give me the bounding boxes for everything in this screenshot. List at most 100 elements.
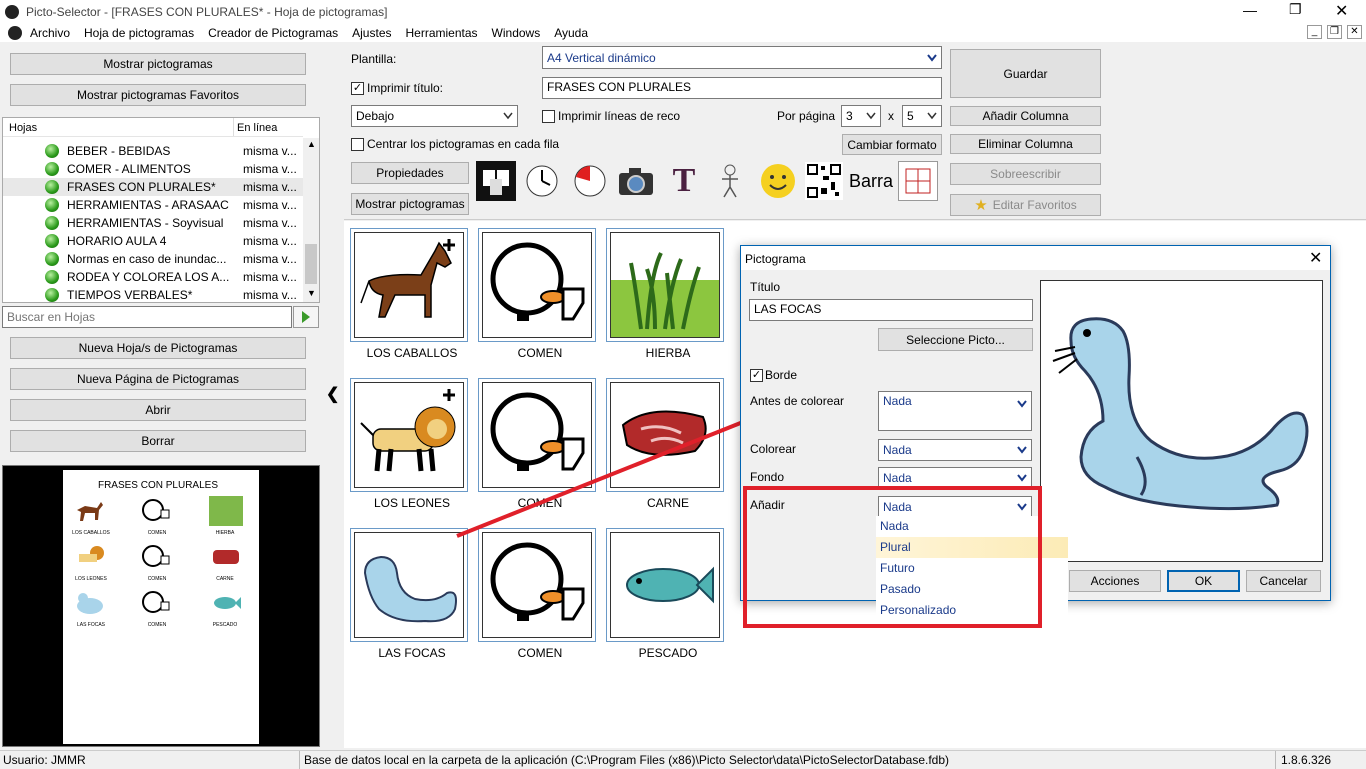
border-checkbox[interactable]: ✓ — [750, 369, 763, 382]
menu-hoja[interactable]: Hoja de pictogramas — [84, 26, 194, 40]
col-online[interactable]: En línea — [237, 122, 277, 134]
save-button[interactable]: Guardar — [950, 49, 1101, 98]
print-title-checkbox[interactable]: ✓ — [351, 82, 364, 95]
titulo-input[interactable]: LAS FOCAS — [749, 299, 1033, 321]
pictogram-tile[interactable] — [606, 528, 724, 642]
show-pictograms-button[interactable]: Mostrar pictogramas — [10, 53, 306, 75]
menu-ajustes[interactable]: Ajustes — [352, 26, 391, 40]
minimize-icon[interactable]: — — [1243, 2, 1257, 18]
dialog-close-icon[interactable]: ✕ — [1309, 248, 1322, 268]
mdi-close-icon[interactable]: ✕ — [1347, 25, 1362, 39]
center-checkbox[interactable] — [351, 138, 364, 151]
close-icon[interactable]: ✕ — [1335, 1, 1348, 21]
template-select[interactable]: A4 Vertical dinámico — [542, 46, 942, 69]
list-item[interactable]: BEBER - BEBIDAS misma v... — [3, 142, 303, 160]
search-sheets-input[interactable] — [2, 306, 292, 328]
menu-creador[interactable]: Creador de Pictogramas — [208, 26, 338, 40]
title-position-select[interactable]: Debajo — [351, 105, 518, 127]
collapse-panel-button[interactable]: ❮ — [322, 42, 342, 748]
scroll-thumb[interactable] — [305, 244, 317, 284]
before-color-value: Nada — [883, 394, 912, 408]
open-button[interactable]: Abrir — [10, 399, 306, 421]
star-icon: ★ — [974, 197, 988, 214]
horse-icon — [360, 239, 455, 318]
actions-button[interactable]: Acciones — [1069, 570, 1161, 592]
list-item[interactable]: RODEA Y COLOREA LOS A... misma v... — [3, 268, 303, 286]
edit-favorites-button[interactable]: ★ Editar Favoritos — [950, 194, 1101, 216]
preview-label: LOS LEONES — [75, 576, 107, 582]
online-status-icon — [45, 162, 59, 176]
new-page-button[interactable]: Nueva Página de Pictogramas — [10, 368, 306, 390]
app-icon — [5, 5, 19, 19]
scroll-down-icon[interactable]: ▼ — [307, 288, 316, 298]
delete-button[interactable]: Borrar — [10, 430, 306, 452]
mdi-restore-icon[interactable]: ❐ — [1327, 25, 1342, 39]
change-format-button[interactable]: Cambiar formato — [842, 134, 942, 155]
menu-herramientas[interactable]: Herramientas — [406, 26, 478, 40]
preview-meat-icon — [209, 542, 243, 572]
remove-column-button[interactable]: Eliminar Columna — [950, 134, 1101, 154]
camera-icon[interactable] — [616, 161, 656, 201]
col-hojas[interactable]: Hojas — [9, 122, 37, 134]
chevron-down-icon — [1017, 446, 1027, 454]
menu-bar: Archivo Hoja de pictogramas Creador de P… — [0, 24, 1366, 42]
color-value: Nada — [883, 443, 912, 457]
search-go-button[interactable] — [293, 306, 319, 328]
pictogram-tile[interactable] — [478, 228, 596, 342]
plantilla-label: Plantilla: — [351, 52, 397, 66]
preview-label: COMEN — [147, 576, 167, 582]
qr-code-icon[interactable] — [804, 161, 844, 201]
restore-icon[interactable]: ❐ — [1289, 1, 1302, 18]
pictogram-label: LAS FOCAS — [378, 646, 446, 660]
show-favorites-button[interactable]: Mostrar pictogramas Favoritos — [10, 84, 306, 106]
show-pictograms-toolbar-button[interactable]: Mostrar pictogramas — [351, 193, 469, 215]
list-item[interactable]: Normas en caso de inundac... misma v... — [3, 250, 303, 268]
menu-archivo[interactable]: Archivo — [30, 26, 70, 40]
list-scrollbar[interactable]: ▲ ▼ — [303, 138, 319, 302]
menu-ayuda[interactable]: Ayuda — [554, 26, 588, 40]
preview-label: COMEN — [147, 530, 167, 536]
app-menu-icon[interactable] — [8, 26, 22, 40]
add-column-button[interactable]: Añadir Columna — [950, 106, 1101, 126]
grid-tool-icon[interactable] — [898, 161, 938, 201]
color-select[interactable]: Nada — [878, 439, 1032, 461]
preview-label: HIERBA — [215, 530, 235, 536]
online-status-icon — [45, 198, 59, 212]
properties-button[interactable]: Propiedades — [351, 162, 469, 184]
cards-icon[interactable] — [476, 161, 516, 201]
timer-icon[interactable] — [570, 161, 610, 201]
list-item[interactable]: HORARIO AULA 4 misma v... — [3, 232, 303, 250]
overwrite-button[interactable]: Sobreescribir — [950, 163, 1101, 185]
cancel-button[interactable]: Cancelar — [1246, 570, 1321, 592]
edit-favorites-label: Editar Favoritos — [992, 198, 1077, 212]
pictogram-tile[interactable] — [478, 528, 596, 642]
rows-select[interactable]: 5 — [902, 105, 942, 127]
ok-button[interactable]: OK — [1167, 570, 1240, 592]
smiley-icon[interactable] — [758, 161, 798, 201]
fish-icon — [626, 566, 714, 604]
template-value: A4 Vertical dinámico — [547, 50, 656, 65]
mdi-minimize-icon[interactable]: _ — [1307, 25, 1322, 39]
list-item[interactable]: HERRAMIENTAS - Soyvisual misma v... — [3, 214, 303, 232]
list-item[interactable]: COMER - ALIMENTOS misma v... — [3, 160, 303, 178]
list-item[interactable]: HERRAMIENTAS - ARASAAC misma v... — [3, 196, 303, 214]
chevron-left-icon: ❮ — [326, 386, 340, 403]
title-input[interactable]: FRASES CON PLURALES — [542, 77, 942, 99]
pictogram-tile[interactable] — [350, 528, 468, 642]
pictogram-tile[interactable] — [606, 228, 724, 342]
scroll-up-icon[interactable]: ▲ — [307, 139, 316, 149]
text-icon[interactable]: T — [664, 161, 704, 201]
status-bar: Usuario: JMMR Base de datos local en la … — [0, 750, 1366, 769]
list-item-selected[interactable]: FRASES CON PLURALES* misma v... — [3, 178, 303, 196]
new-sheet-button[interactable]: Nueva Hoja/s de Pictogramas — [10, 337, 306, 359]
select-picto-button[interactable]: Seleccione Picto... — [878, 328, 1033, 351]
list-item[interactable]: TIEMPOS VERBALES* misma v... — [3, 286, 303, 302]
person-icon[interactable] — [710, 161, 750, 201]
print-lines-checkbox[interactable] — [542, 110, 555, 123]
columns-select[interactable]: 3 — [841, 105, 881, 127]
bar-text-tool[interactable]: Barra — [849, 161, 893, 201]
pictogram-tile[interactable] — [350, 228, 468, 342]
clock-icon[interactable] — [522, 161, 562, 201]
before-color-select[interactable]: Nada — [878, 391, 1032, 431]
menu-windows[interactable]: Windows — [492, 26, 541, 40]
